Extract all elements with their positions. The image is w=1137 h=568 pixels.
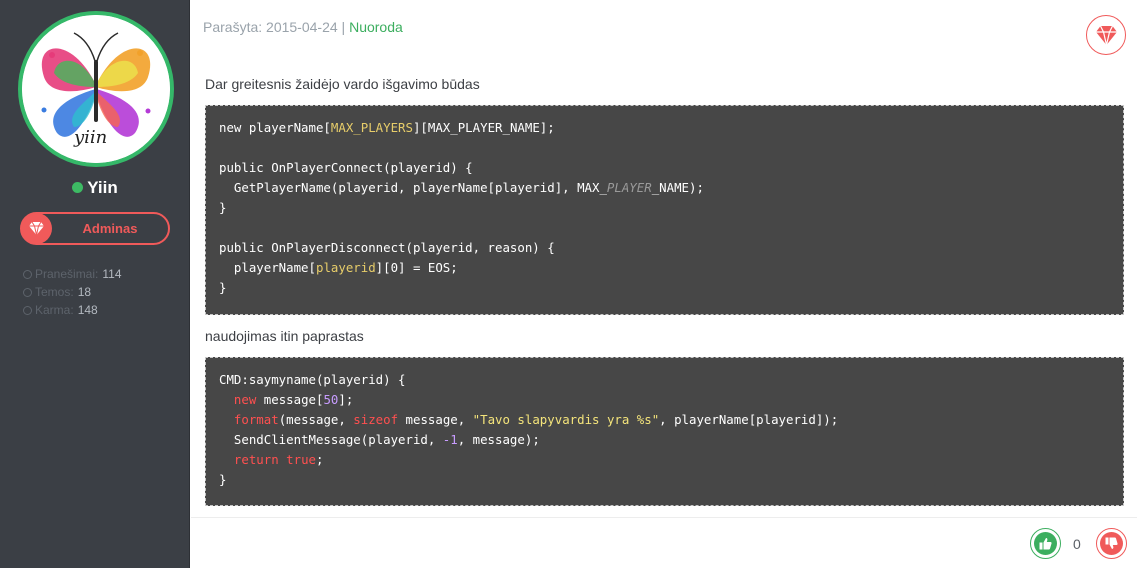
username-label: Yiin — [87, 178, 118, 197]
code-line: public OnPlayerDisconnect(playerid, reas… — [219, 238, 1110, 258]
diamond-icon — [21, 213, 52, 244]
thumbs-down-icon — [1100, 532, 1123, 555]
post-paragraph: Dar greitesnis žaidėjo vardo išgavimo bū… — [205, 76, 480, 92]
butterfly-avatar-image: yiin — [22, 15, 170, 163]
code-token: new playerName[ — [219, 120, 331, 135]
code-token: GetPlayerName(playerid, playerName[playe… — [219, 180, 607, 195]
role-label: Adminas — [82, 221, 138, 236]
username[interactable]: Yiin — [0, 178, 190, 198]
code-token: } — [219, 472, 227, 487]
code-line: } — [219, 470, 1110, 490]
thumbs-up-icon — [1034, 532, 1057, 555]
code-token: public OnPlayerConnect(playerid) { — [219, 160, 473, 175]
code-token: ; — [316, 452, 324, 467]
code-token: format — [233, 412, 279, 427]
code-token: ]; — [338, 392, 354, 407]
vote-count: 0 — [1073, 536, 1081, 552]
online-status-dot — [72, 182, 84, 193]
user-stats: Pranešimai: 114 Temos: 18 Karma: 148 — [23, 265, 122, 319]
code-token: new — [233, 392, 257, 407]
code-token: playerName[ — [219, 260, 316, 275]
code-token: , message); — [457, 432, 540, 447]
stat-label: Karma: — [35, 303, 74, 317]
code-token: playerid — [315, 260, 376, 275]
circle-icon — [23, 269, 32, 279]
code-token: 50 — [323, 392, 339, 407]
diamond-icon[interactable] — [1086, 15, 1126, 55]
code-token: message, — [398, 412, 473, 427]
code-token: sizeof — [353, 412, 399, 427]
code-line: public OnPlayerConnect(playerid) { — [219, 158, 1110, 178]
meta-prefix: Parašyta: — [203, 19, 263, 35]
post-paragraph: naudojimas itin paprastas — [205, 328, 364, 344]
code-line: } — [219, 278, 1110, 298]
code-token: } — [219, 280, 227, 295]
downvote-button[interactable] — [1096, 528, 1127, 559]
code-token: true — [286, 452, 316, 467]
code-block: new playerName[MAX_PLAYERS][MAX_PLAYER_N… — [205, 105, 1124, 315]
code-token: public OnPlayerDisconnect(playerid, reas… — [219, 240, 555, 255]
upvote-button[interactable] — [1030, 528, 1061, 559]
code-token: ][0] = EOS; — [375, 260, 458, 275]
code-token: PLAYER — [606, 180, 652, 195]
code-token: , playerName[playerid]); — [659, 412, 839, 427]
stat-value: 148 — [77, 303, 98, 317]
code-line: CMD:saymyname(playerid) { — [219, 370, 1110, 390]
avatar-text: yiin — [73, 127, 107, 148]
stat-value: 18 — [77, 285, 92, 299]
code-token: MAX_PLAYERS — [330, 120, 413, 135]
stat-label: Pranešimai: — [35, 267, 99, 281]
code-block: CMD:saymyname(playerid) { new message[50… — [205, 357, 1124, 506]
post-date: 2015-04-24 — [266, 19, 338, 35]
avatar[interactable]: yiin — [18, 11, 174, 167]
stat-topics: Temos: 18 — [23, 283, 122, 301]
code-token: SendClientMessage(playerid, — [219, 432, 443, 447]
circle-icon — [23, 305, 32, 315]
post-content: Parašyta: 2015-04-24 | Nuoroda Dar greit… — [191, 0, 1137, 568]
stat-value: 114 — [102, 267, 122, 281]
post-meta: Parašyta: 2015-04-24 | Nuoroda — [203, 19, 403, 35]
code-token: } — [219, 200, 227, 215]
code-line: format(message, sizeof message, "Tavo sl… — [219, 410, 1110, 430]
code-line: return true; — [219, 450, 1110, 470]
code-line: new playerName[MAX_PLAYERS][MAX_PLAYER_N… — [219, 118, 1110, 138]
circle-icon — [23, 287, 32, 297]
code-token: -1 — [442, 432, 458, 447]
role-badge: Adminas — [20, 212, 170, 245]
code-token: return — [233, 452, 279, 467]
code-token: _NAME); — [651, 180, 704, 195]
code-line: SendClientMessage(playerid, -1, message)… — [219, 430, 1110, 450]
user-sidebar: yiin Yiin Adminas Pranešimai: 114 Temos:… — [0, 0, 190, 568]
permalink-link[interactable]: Nuoroda — [349, 19, 403, 35]
code-line: } — [219, 198, 1110, 218]
stat-karma: Karma: 148 — [23, 301, 122, 319]
stat-label: Temos: — [35, 285, 74, 299]
code-token: message[ — [256, 392, 324, 407]
code-token: "Tavo slapyvardis yra %s" — [472, 412, 660, 427]
stat-posts: Pranešimai: 114 — [23, 265, 122, 283]
code-token: (message, — [278, 412, 354, 427]
code-line: playerName[playerid][0] = EOS; — [219, 258, 1110, 278]
divider — [191, 517, 1137, 518]
code-token: ][MAX_PLAYER_NAME]; — [412, 120, 555, 135]
code-line: GetPlayerName(playerid, playerName[playe… — [219, 178, 1110, 198]
code-token: CMD:saymyname(playerid) { — [219, 372, 406, 387]
code-line: new message[50]; — [219, 390, 1110, 410]
meta-separator: | — [341, 19, 346, 35]
